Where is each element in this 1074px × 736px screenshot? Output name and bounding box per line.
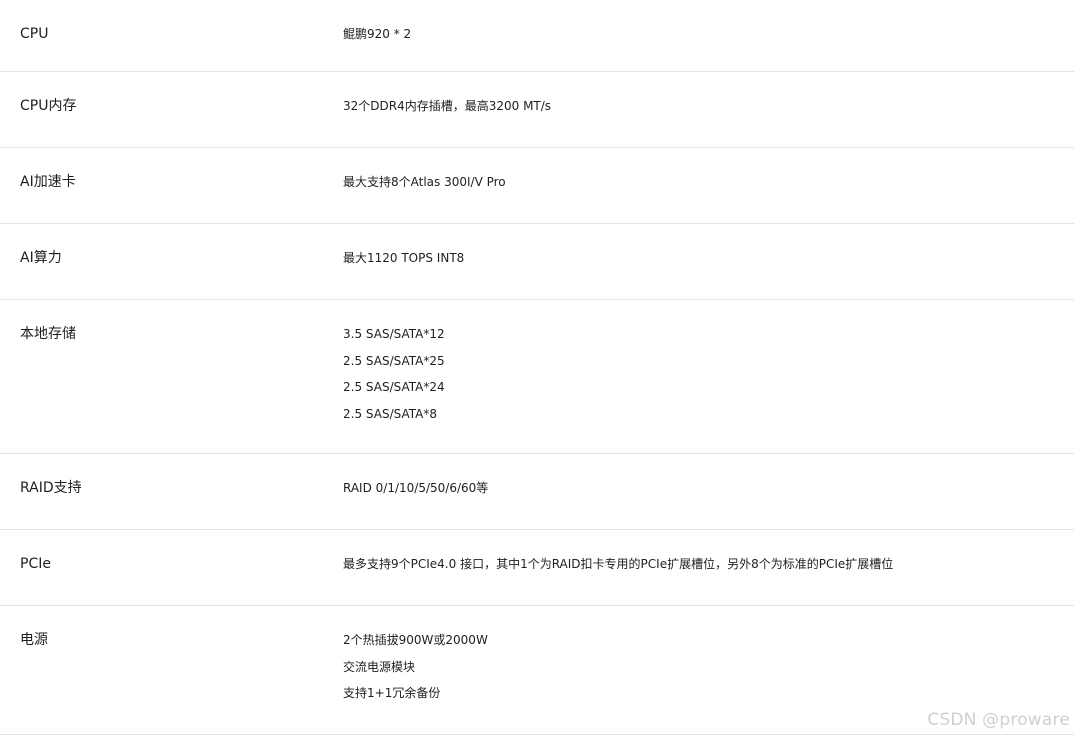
spec-value: 最大支持8个Atlas 300I/V Pro — [323, 148, 506, 223]
spec-value-line: 3.5 SAS/SATA*12 — [343, 327, 445, 341]
spec-value-line: 最大支持8个Atlas 300I/V Pro — [343, 175, 506, 189]
spec-value-line: 最大1120 TOPS INT8 — [343, 251, 465, 265]
spec-value: 32个DDR4内存插槽，最高3200 MT/s — [323, 72, 551, 147]
spec-value: RAID 0/1/10/5/50/6/60等 — [323, 454, 488, 529]
spec-label: 电源 — [20, 632, 48, 648]
spec-label: 本地存储 — [20, 326, 76, 342]
spec-value: 鲲鹏920 * 2 — [323, 0, 411, 71]
spec-label: CPU — [20, 26, 49, 42]
spec-value-line: 支持1+1冗余备份 — [343, 686, 441, 700]
spec-value-line: 2.5 SAS/SATA*25 — [343, 353, 445, 368]
table-row: 本地存储 3.5 SAS/SATA*12 2.5 SAS/SATA*25 2.5… — [0, 300, 1074, 454]
spec-value-line: 32个DDR4内存插槽，最高3200 MT/s — [343, 99, 552, 113]
spec-value: 2个热插拔900W或2000W 交流电源模块 支持1+1冗余备份 — [323, 606, 488, 734]
table-row: AI加速卡 最大支持8个Atlas 300I/V Pro — [0, 148, 1074, 224]
table-row: RAID支持 RAID 0/1/10/5/50/6/60等 — [0, 454, 1074, 530]
spec-value: 最多支持9个PCIe4.0 接口，其中1个为RAID扣卡专用的PCIe扩展槽位，… — [323, 530, 893, 605]
spec-value-line: 2.5 SAS/SATA*8 — [343, 406, 437, 421]
spec-value-line: RAID 0/1/10/5/50/6/60等 — [343, 481, 489, 495]
table-row: CPU 鲲鹏920 * 2 — [0, 0, 1074, 72]
spec-label: CPU内存 — [20, 98, 77, 114]
spec-value: 最大1120 TOPS INT8 — [323, 224, 464, 299]
table-row: PCIe 最多支持9个PCIe4.0 接口，其中1个为RAID扣卡专用的PCIe… — [0, 530, 1074, 606]
spec-label: PCIe — [20, 556, 51, 572]
spec-value-line: 交流电源模块 — [343, 659, 416, 674]
spec-label: RAID支持 — [20, 480, 82, 496]
table-row: CPU内存 32个DDR4内存插槽，最高3200 MT/s — [0, 72, 1074, 148]
watermark: CSDN @proware — [927, 710, 1070, 730]
spec-value-line: 2个热插拔900W或2000W — [343, 633, 488, 647]
spec-value-line: 鲲鹏920 * 2 — [343, 27, 412, 41]
spec-value: 3.5 SAS/SATA*12 2.5 SAS/SATA*25 2.5 SAS/… — [323, 300, 445, 453]
spec-table: CPU 鲲鹏920 * 2 CPU内存 32个DDR4内存插槽，最高3200 M… — [0, 0, 1074, 735]
spec-value-line: 2.5 SAS/SATA*24 — [343, 380, 445, 394]
spec-label: AI加速卡 — [20, 174, 76, 190]
spec-label: AI算力 — [20, 250, 62, 266]
table-row: 电源 2个热插拔900W或2000W 交流电源模块 支持1+1冗余备份 — [0, 606, 1074, 735]
spec-value-line: 最多支持9个PCIe4.0 接口，其中1个为RAID扣卡专用的PCIe扩展槽位，… — [343, 557, 894, 571]
table-row: AI算力 最大1120 TOPS INT8 — [0, 224, 1074, 300]
